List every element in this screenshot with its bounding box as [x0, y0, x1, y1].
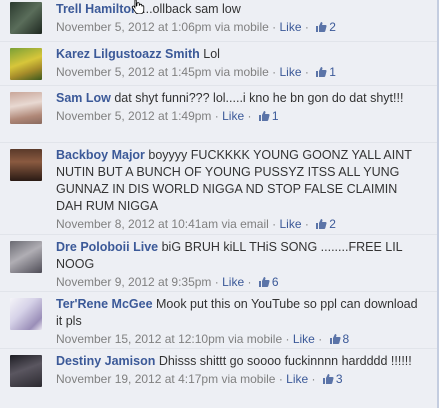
- comment-item: Trell Hamilton ...ollback sam low Novemb…: [0, 0, 437, 42]
- comment-author[interactable]: Sam Low: [56, 91, 111, 105]
- comment-timestamp[interactable]: November 5, 2012 at 1:49pm: [56, 109, 211, 123]
- avatar[interactable]: [10, 48, 42, 80]
- comment-timestamp[interactable]: November 5, 2012 at 1:45pm: [56, 65, 211, 79]
- comment-item: Dre Poloboii Live biG BRUH kiLL THiS SON…: [0, 235, 437, 292]
- like-count[interactable]: 8: [326, 332, 350, 346]
- comment-timestamp[interactable]: November 5, 2012 at 1:06pm: [56, 20, 211, 34]
- comment-meta: November 5, 2012 at 1:06pm via mobile · …: [56, 20, 336, 34]
- comment-author[interactable]: Karez Lilgustoazz Smith: [56, 47, 200, 61]
- like-link[interactable]: Like: [280, 20, 302, 34]
- thumbs-up-icon: [322, 374, 334, 384]
- comment-author[interactable]: Destiny Jamison: [56, 354, 155, 368]
- comment-via: via mobile: [214, 65, 269, 79]
- thumbs-up-icon: [329, 334, 341, 344]
- thumbs-up-icon: [316, 22, 327, 32]
- like-link[interactable]: Like: [280, 65, 302, 79]
- like-count-value: 8: [342, 332, 350, 346]
- like-count[interactable]: 2: [312, 20, 336, 34]
- comment-meta: November 15, 2012 at 12:10pm via mobile …: [56, 332, 350, 346]
- like-link[interactable]: Like: [293, 332, 315, 346]
- hand-cursor-icon: [131, 0, 145, 14]
- thumbs-up-icon: [258, 111, 270, 121]
- avatar[interactable]: [10, 355, 42, 387]
- comment-via: via mobile: [221, 372, 276, 386]
- like-link[interactable]: Like: [222, 109, 244, 123]
- thumbs-up-icon: [316, 219, 327, 229]
- comment-timestamp[interactable]: November 8, 2012 at 10:41am: [56, 217, 218, 231]
- comment-timestamp[interactable]: November 19, 2012 at 4:17pm: [56, 372, 218, 386]
- avatar[interactable]: [10, 241, 42, 273]
- comment-meta: November 8, 2012 at 10:41am via email · …: [56, 217, 336, 231]
- like-link[interactable]: Like: [280, 217, 302, 231]
- comment-text: Lol: [203, 47, 220, 61]
- comment-meta: November 19, 2012 at 4:17pm via mobile ·…: [56, 372, 343, 386]
- avatar[interactable]: [10, 92, 42, 124]
- comment-via: via mobile: [214, 20, 269, 34]
- like-count[interactable]: 6: [255, 275, 279, 289]
- comment-text: dat shyt funni??? lol.....i kno he bn go…: [114, 91, 404, 105]
- like-count[interactable]: 1: [312, 65, 336, 79]
- comment-item: Ter'Rene McGee Mook put this on YouTube …: [0, 292, 437, 349]
- comment-meta: November 5, 2012 at 1:45pm via mobile · …: [56, 65, 336, 79]
- comment-via: via mobile: [228, 332, 283, 346]
- like-count[interactable]: 2: [312, 217, 336, 231]
- comment-item: Destiny Jamison Dhisss shittt go soooo f…: [0, 349, 437, 408]
- like-link[interactable]: Like: [286, 372, 308, 386]
- comment-item: Sam Low dat shyt funni??? lol.....i kno …: [0, 86, 437, 143]
- comment-author[interactable]: Dre Poloboii Live: [56, 240, 158, 254]
- like-link[interactable]: Like: [222, 275, 244, 289]
- avatar[interactable]: [10, 298, 42, 330]
- comment-author[interactable]: Ter'Rene McGee: [56, 297, 153, 311]
- like-count[interactable]: 1: [255, 109, 279, 123]
- avatar[interactable]: [10, 149, 42, 181]
- avatar[interactable]: [10, 2, 42, 34]
- comment-meta: November 5, 2012 at 1:49pm · Like · 1: [56, 109, 279, 123]
- like-count-value: 1: [329, 65, 336, 79]
- like-count-value: 2: [329, 217, 336, 231]
- comment-meta: November 9, 2012 at 9:35pm · Like · 6: [56, 275, 279, 289]
- comment-via: via email: [221, 217, 269, 231]
- comment-item: Karez Lilgustoazz Smith Lol November 5, …: [0, 42, 437, 86]
- like-count-value: 2: [329, 20, 336, 34]
- comment-timestamp[interactable]: November 9, 2012 at 9:35pm: [56, 275, 211, 289]
- like-count-value: 1: [271, 109, 279, 123]
- comment-author[interactable]: Trell Hamilton: [56, 2, 139, 16]
- comment-author[interactable]: Backboy Major: [56, 148, 145, 162]
- comment-text: ...ollback sam low: [142, 2, 241, 16]
- comment-timestamp[interactable]: November 15, 2012 at 12:10pm: [56, 332, 225, 346]
- comment-item: Backboy Major boyyyy FUCKKKK YOUNG GOONZ…: [0, 143, 437, 235]
- like-count-value: 3: [335, 372, 343, 386]
- like-count-value: 6: [271, 275, 279, 289]
- comment-text: Dhisss shittt go soooo fuckinnnn hardddd…: [158, 354, 412, 368]
- thumbs-up-icon: [316, 67, 327, 77]
- thumbs-up-icon: [258, 277, 270, 287]
- like-count[interactable]: 3: [319, 372, 343, 386]
